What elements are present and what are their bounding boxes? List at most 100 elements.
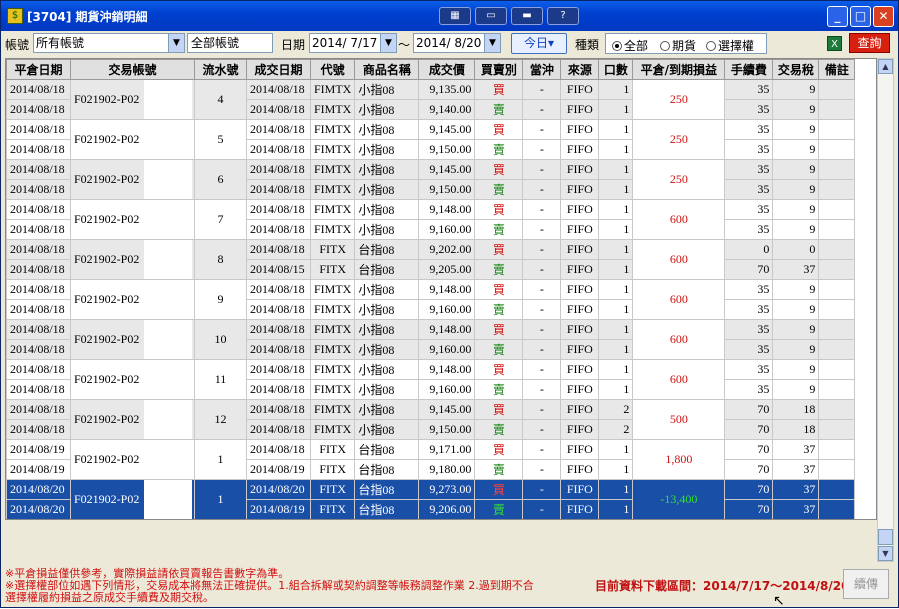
product-name-cell: 小指08 [354, 159, 420, 180]
price-cell: 9,148.00 [418, 359, 476, 380]
chevron-down-icon[interactable]: ▼ [168, 34, 184, 52]
pnl-cell: 600 [632, 239, 726, 280]
column-header[interactable]: 買賣別 [474, 59, 524, 80]
scroll-up-icon[interactable]: ▲ [878, 59, 893, 74]
column-header[interactable]: 交易帳號 [70, 59, 195, 80]
trade-date-cell: 2014/08/18 [246, 339, 311, 360]
column-header[interactable]: 流水號 [194, 59, 247, 80]
column-header[interactable]: 交易稅 [772, 59, 820, 80]
scroll-thumb[interactable] [878, 529, 893, 545]
vertical-scrollbar[interactable]: ▲ ▼ [877, 58, 894, 562]
column-header[interactable]: 代號 [309, 59, 356, 80]
today-button[interactable]: 今日▾ [511, 33, 567, 54]
side-cell: 買 [474, 279, 524, 300]
daytrade-cell: - [522, 99, 562, 120]
column-header[interactable]: 成交日期 [246, 59, 311, 80]
table-row[interactable]: 2014/08/18 F021902-P02 11 2014/08/18 FIMTX 小指… [6, 359, 856, 400]
account-name-field[interactable]: 全部帳號 [187, 33, 273, 53]
account-cell: F021902-P02 [70, 479, 195, 519]
redaction-mask [144, 200, 192, 239]
product-name-cell: 小指08 [354, 319, 420, 340]
radio-all[interactable]: 全部 [612, 37, 648, 54]
remark-cell [818, 279, 856, 300]
chevron-down-icon[interactable]: ▼ [380, 34, 396, 52]
table-row[interactable]: 2014/08/20 F021902-P02 1 2014/08/20 FITX 台指08… [6, 479, 856, 519]
table-row[interactable]: 2014/08/18 F021902-P02 12 2014/08/18 FIMTX 小指… [6, 399, 856, 440]
date-from-picker[interactable]: 2014/ 7/17 ▼ [309, 33, 397, 53]
column-header[interactable]: 當沖 [522, 59, 562, 80]
price-cell: 9,205.00 [418, 259, 476, 280]
data-grid[interactable]: 平倉日期 交易帳號 流水號 成交日期 代號 商品名稱 成交價 買賣別 當沖 來源 口數 平倉/到期損益… [5, 58, 877, 520]
qty-cell: 1 [598, 339, 634, 360]
source-cell: FIFO [560, 499, 600, 519]
table-row[interactable]: 2014/08/19 F021902-P02 1 2014/08/18 FITX 台指08… [6, 439, 856, 480]
help-icon[interactable]: ? [547, 7, 579, 25]
column-header[interactable]: 平倉日期 [6, 59, 71, 80]
remark-cell [818, 239, 856, 260]
pnl-cell: 600 [632, 279, 726, 320]
side-cell: 買 [474, 399, 524, 420]
table-row[interactable]: 2014/08/18 F021902-P02 8 2014/08/18 FITX 台指08… [6, 239, 856, 280]
title-bar[interactable]: $ [3704] 期貨沖銷明細 ▦ ▭ ▬ ? _ □ ✕ [1, 1, 898, 31]
column-header[interactable]: 商品名稱 [354, 59, 420, 80]
trade-date-cell: 2014/08/18 [246, 299, 311, 320]
video-icon[interactable]: ▬ [511, 7, 543, 25]
totals-close-qty: 73 [599, 520, 633, 521]
redaction-mask [144, 360, 192, 399]
product-name-cell: 小指08 [354, 179, 420, 200]
chevron-down-icon[interactable]: ▼ [484, 34, 500, 52]
date-to-picker[interactable]: 2014/ 8/20 ▼ [413, 33, 501, 53]
product-name-cell: 台指08 [354, 439, 420, 460]
column-header[interactable]: 手續費 [724, 59, 774, 80]
scroll-down-icon[interactable]: ▼ [878, 546, 893, 561]
side-cell: 賣 [474, 139, 524, 160]
table-row[interactable]: 2014/08/18 F021902-P02 6 2014/08/18 FIMTX 小指0… [6, 159, 856, 200]
table-row[interactable]: 2014/08/18 F021902-P02 5 2014/08/18 FIMTX 小指0… [6, 119, 856, 160]
minimize-button[interactable]: _ [827, 6, 848, 27]
column-header[interactable]: 來源 [560, 59, 600, 80]
radio-unchecked-icon [706, 41, 716, 51]
table-row[interactable]: 2014/08/18 F021902-P02 4 2014/08/18 FIMTX 小指0… [6, 79, 856, 120]
remark-cell [818, 319, 856, 340]
radio-futures[interactable]: 期貨 [660, 37, 696, 54]
tax-cell: 0 [772, 239, 820, 260]
query-button[interactable]: 查詢 [849, 33, 890, 53]
remark-cell [818, 499, 856, 519]
daytrade-cell: - [522, 339, 562, 360]
code-cell: FIMTX [309, 359, 356, 380]
tax-cell: 18 [772, 399, 820, 420]
code-cell: FITX [309, 439, 356, 460]
remark-cell [818, 299, 856, 320]
layout-icon[interactable]: ▦ [439, 7, 471, 25]
pnl-cell: 250 [632, 79, 726, 120]
close-button[interactable]: ✕ [873, 6, 894, 27]
column-header[interactable]: 口數 [598, 59, 634, 80]
price-cell: 9,145.00 [418, 119, 476, 140]
product-name-cell: 小指08 [354, 399, 420, 420]
tax-cell: 9 [772, 79, 820, 100]
close-date-cell: 2014/08/18 [6, 159, 71, 180]
qty-cell: 1 [598, 439, 634, 460]
qty-cell: 1 [598, 279, 634, 300]
radio-options[interactable]: 選擇權 [706, 37, 754, 54]
product-name-cell: 小指08 [354, 419, 420, 440]
tax-cell: 9 [772, 219, 820, 240]
column-header[interactable]: 平倉/到期損益 [632, 59, 726, 80]
side-cell: 買 [474, 359, 524, 380]
source-cell: FIFO [560, 79, 600, 100]
price-cell: 9,150.00 [418, 419, 476, 440]
table-row[interactable]: 2014/08/18 F021902-P02 9 2014/08/18 FIMTX 小指0… [6, 279, 856, 320]
excel-export-icon[interactable]: X [827, 36, 842, 51]
window-icon[interactable]: ▭ [475, 7, 507, 25]
continue-button[interactable]: 續傳 [843, 569, 889, 599]
column-header[interactable]: 備註 [818, 59, 856, 80]
source-cell: FIFO [560, 379, 600, 400]
table-row[interactable]: 2014/08/18 F021902-P02 7 2014/08/18 FIMTX 小指0… [6, 199, 856, 240]
maximize-button[interactable]: □ [850, 6, 871, 27]
column-header[interactable]: 成交價 [418, 59, 476, 80]
remark-cell [818, 219, 856, 240]
daytrade-cell: - [522, 419, 562, 440]
window-controls: _ □ ✕ [827, 6, 894, 27]
table-row[interactable]: 2014/08/18 F021902-P02 10 2014/08/18 FIMTX 小指… [6, 319, 856, 360]
account-select[interactable]: 所有帳號 ▼ [33, 33, 185, 53]
